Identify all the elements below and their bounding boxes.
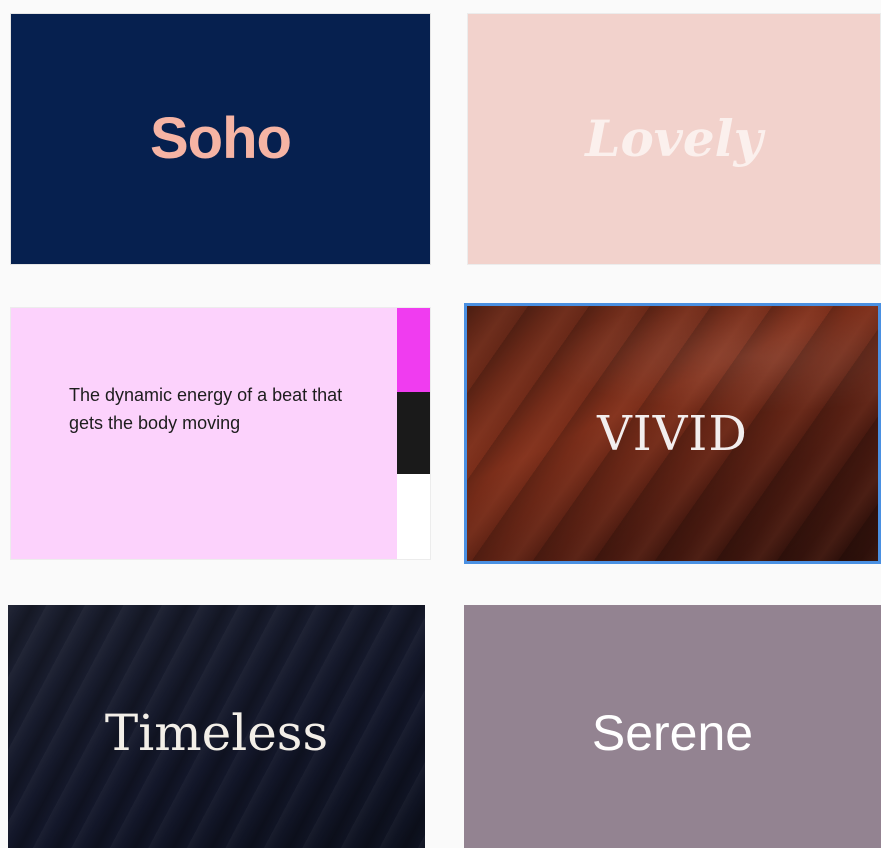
theme-title: Serene <box>591 704 754 761</box>
theme-card-serene[interactable]: Serene <box>464 605 881 848</box>
theme-card-lovely[interactable]: Lovely <box>467 13 881 265</box>
theme-card-timeless[interactable]: Timeless <box>8 605 425 848</box>
theme-card-dynamic[interactable]: The dynamic energy of a beat that gets t… <box>10 307 431 560</box>
theme-grid: Soho Lovely The dynamic energy of a beat… <box>0 0 881 848</box>
color-swatch <box>397 308 430 392</box>
color-swatch <box>397 392 430 474</box>
theme-description: The dynamic energy of a beat that gets t… <box>69 385 343 433</box>
theme-title: Soho <box>150 106 292 171</box>
theme-card-vivid-selected[interactable]: VIVID <box>464 303 881 564</box>
color-swatch <box>397 474 430 559</box>
theme-title: VIVID <box>597 405 748 462</box>
theme-title: Lovely <box>585 109 763 168</box>
theme-card-soho[interactable]: Soho <box>10 13 431 265</box>
theme-title: Timeless <box>104 703 329 762</box>
